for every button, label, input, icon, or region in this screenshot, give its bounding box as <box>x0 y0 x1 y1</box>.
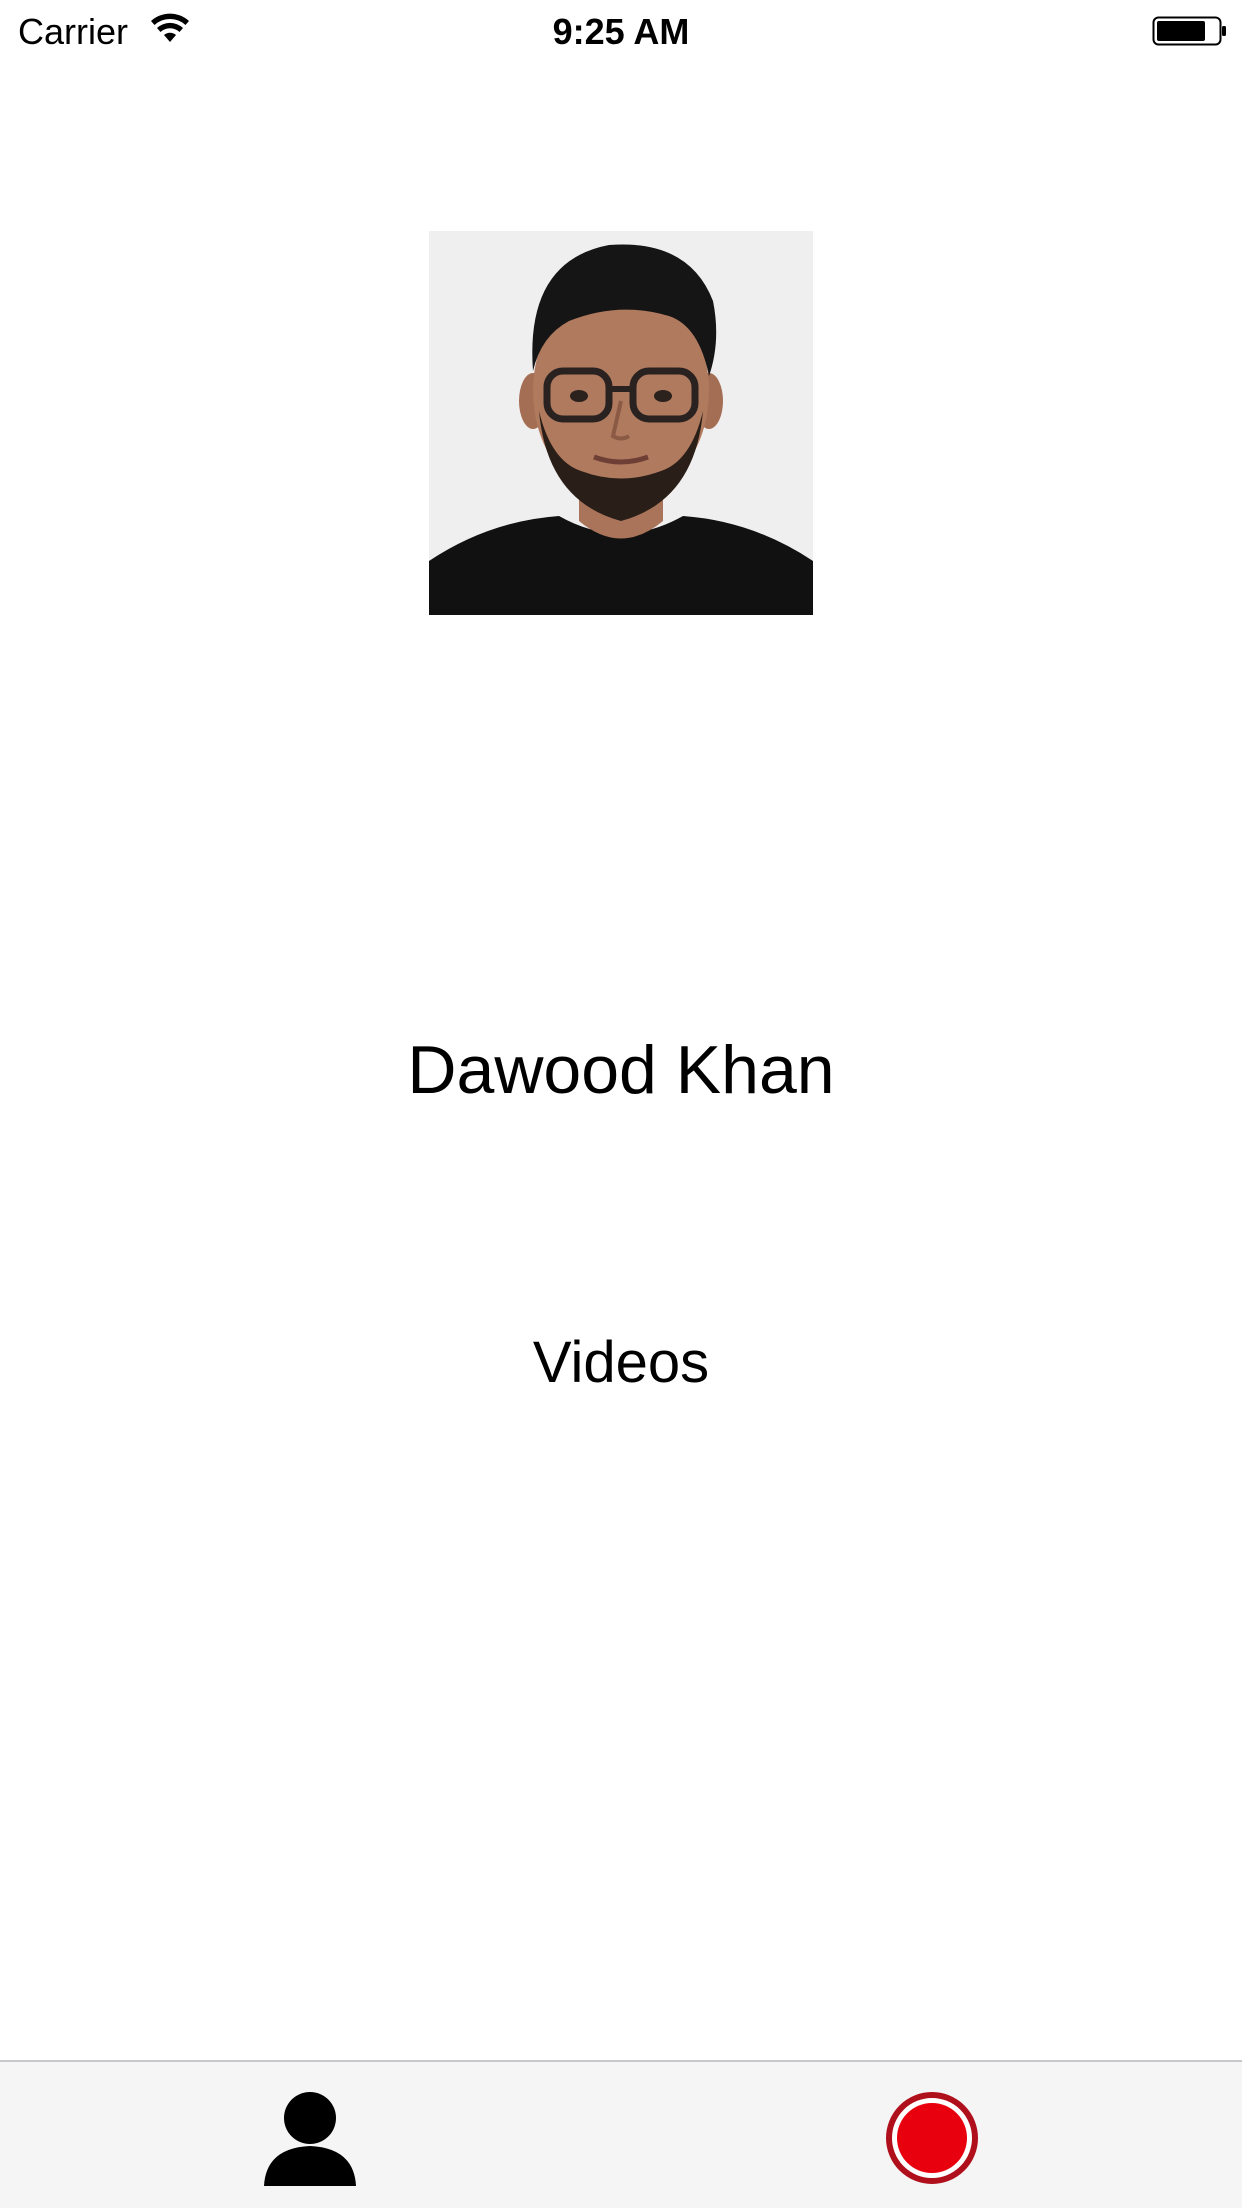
battery-icon <box>1152 16 1226 46</box>
status-time: 9:25 AM <box>552 11 690 52</box>
tab-record[interactable] <box>884 2090 980 2186</box>
tab-bar <box>0 2060 1242 2208</box>
avatar-photo <box>429 231 813 615</box>
record-icon <box>886 2092 978 2184</box>
person-icon <box>264 2092 356 2186</box>
profile-name: Dawood Khan <box>407 1032 835 1108</box>
status-bar: Carrier 9:25 AM <box>0 0 1242 62</box>
profile-screen: Carrier 9:25 AM Dawood Khan Videos <box>0 0 1242 2208</box>
videos-label[interactable]: Videos <box>0 1328 1242 1398</box>
tab-profile[interactable] <box>262 2090 358 2186</box>
avatar <box>429 231 813 615</box>
